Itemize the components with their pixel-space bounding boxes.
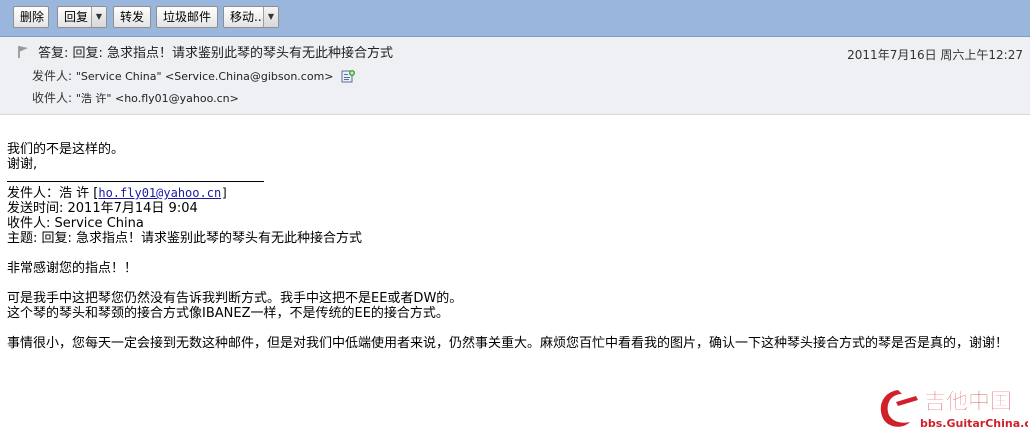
watermark-brand: 吉他中国 bbox=[924, 389, 1012, 415]
body-line-1: 我们的不是这样的。 bbox=[7, 142, 125, 157]
quote-from-label: 发件人：浩 许 [ bbox=[7, 186, 99, 201]
spam-button[interactable]: 垃圾邮件 bbox=[156, 6, 218, 28]
add-contact-icon[interactable] bbox=[341, 69, 356, 83]
move-button-label: 移动... bbox=[230, 10, 266, 24]
quote-from: 发件人：浩 许 [ho.fly01@yahoo.cn] bbox=[7, 186, 1027, 201]
from-row: 发件人: "Service China" <Service.China@gibs… bbox=[32, 67, 356, 84]
body-paragraph-1: 非常感谢您的指点！！ bbox=[7, 261, 138, 276]
reply-dropdown-arrow-icon[interactable]: ▼ bbox=[91, 7, 106, 27]
to-label: 收件人: bbox=[32, 91, 73, 105]
to-value[interactable]: "浩 许" <ho.fly01@yahoo.cn> bbox=[76, 92, 239, 105]
watermark-url: bbs.GuitarChina.com bbox=[920, 417, 1028, 430]
message-subject: 答复: 回复: 急求指点！请求鉴别此琴的琴头有无此种接合方式 bbox=[38, 46, 394, 61]
guitarchina-watermark-logo: 吉他中国 bbs.GuitarChina.com bbox=[880, 389, 1028, 430]
body-line-2: 谢谢, bbox=[7, 157, 38, 172]
quote-from-end: ] bbox=[221, 186, 229, 200]
move-dropdown-arrow-icon[interactable]: ▼ bbox=[263, 7, 278, 27]
delete-button[interactable]: 删除 bbox=[13, 6, 49, 28]
delete-button-label: 删除 bbox=[20, 10, 45, 24]
reply-button[interactable]: 回复 ▼ bbox=[57, 6, 107, 28]
message-header: 答复: 回复: 急求指点！请求鉴别此琴的琴头有无此种接合方式 2011年7月16… bbox=[0, 37, 1030, 115]
message-body: 我们的不是这样的。 谢谢, 发件人：浩 许 [ho.fly01@yahoo.cn… bbox=[7, 142, 1027, 351]
message-date: 2011年7月16日 周六上午12:27 bbox=[847, 48, 1023, 62]
quote-divider bbox=[7, 181, 264, 182]
move-button[interactable]: 移动... ▼ bbox=[223, 6, 279, 28]
forward-button-label: 转发 bbox=[120, 10, 145, 24]
quote-from-email-link[interactable]: ho.fly01@yahoo.cn bbox=[98, 186, 221, 200]
toolbar: 删除 回复 ▼ 转发 垃圾邮件 移动... ▼ bbox=[0, 0, 1030, 37]
quote-subject: 主题: 回复: 急求指点！请求鉴别此琴的琴头有无此种接合方式 bbox=[7, 231, 363, 246]
spam-button-label: 垃圾邮件 bbox=[163, 10, 212, 24]
body-paragraph-2b: 这个琴的琴头和琴颈的接合方式像IBANEZ一样，不是传统的EE的接合方式。 bbox=[7, 306, 449, 321]
from-value[interactable]: "Service China" <Service.China@gibson.co… bbox=[76, 70, 334, 83]
reply-button-label: 回复 bbox=[64, 10, 89, 24]
forward-button[interactable]: 转发 bbox=[113, 6, 151, 28]
quote-to: 收件人: Service China bbox=[7, 216, 144, 231]
from-label: 发件人: bbox=[32, 69, 73, 83]
flag-icon[interactable] bbox=[17, 45, 29, 59]
body-paragraph-3: 事情很小，您每天一定会接到无数这种邮件，但是对我们中低端使用者来说，仍然事关重大… bbox=[7, 336, 1009, 351]
quote-sent: 发送时间: 2011年7月14日 9:04 bbox=[7, 201, 198, 216]
to-row: 收件人: "浩 许" <ho.fly01@yahoo.cn> bbox=[32, 89, 239, 106]
body-paragraph-2a: 可是我手中这把琴您仍然没有告诉我判断方式。我手中这把不是EE或者DW的。 bbox=[7, 291, 463, 306]
